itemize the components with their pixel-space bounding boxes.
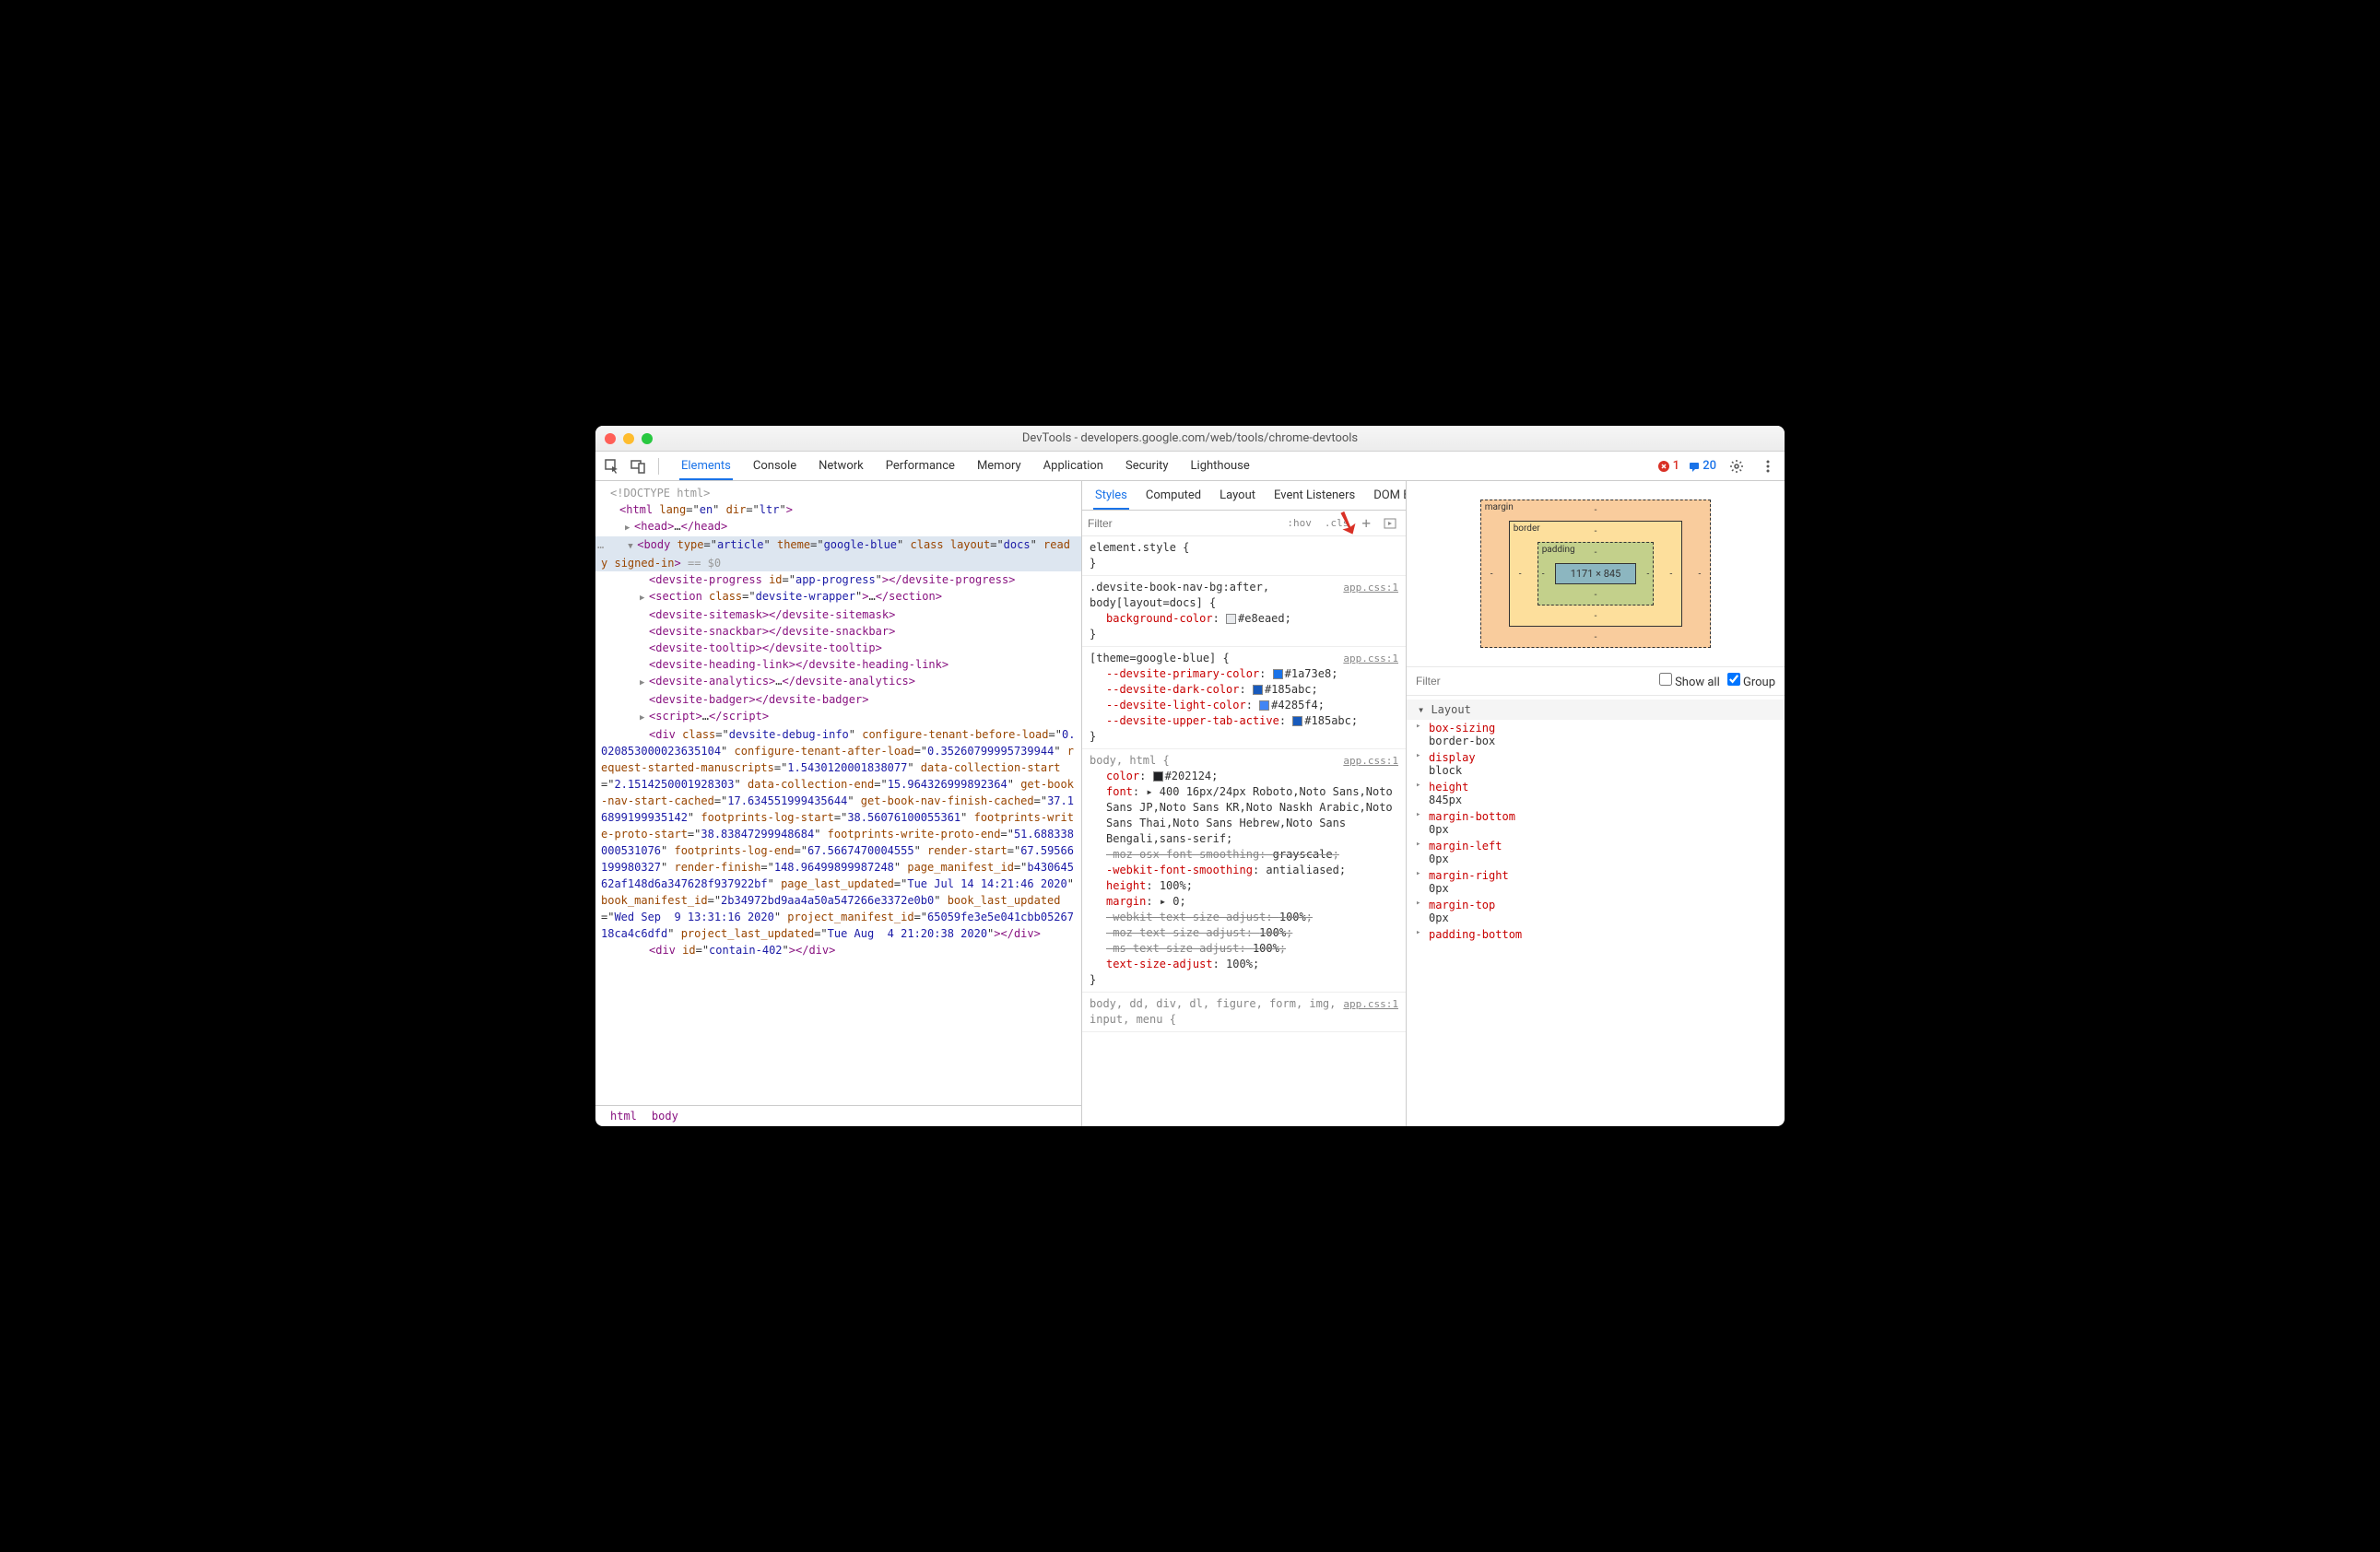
zoom-window-button[interactable] [642,433,653,444]
window-title: DevTools - developers.google.com/web/too… [1022,431,1358,445]
dom-node[interactable]: ▶<head>…</head> [595,518,1081,536]
source-link[interactable]: app.css:1 [1343,651,1398,666]
dom-node[interactable]: <html lang="en" dir="ltr"> [595,501,1081,518]
dom-node[interactable]: ▶<devsite-analytics>…</devsite-analytics… [595,673,1081,691]
computed-panel: margin - - - - border - - - - padding - [1407,481,1785,1126]
tab-console[interactable]: Console [751,453,798,479]
computed-property[interactable]: displayblock [1407,749,1785,779]
css-rule[interactable]: element.style {} [1082,536,1406,576]
computed-property[interactable]: height845px [1407,779,1785,808]
computed-property[interactable]: margin-top0px [1407,897,1785,926]
close-window-button[interactable] [605,433,616,444]
tab-lighthouse[interactable]: Lighthouse [1189,453,1252,479]
tab-network[interactable]: Network [817,453,866,479]
dom-node[interactable]: <devsite-progress id="app-progress"></de… [595,571,1081,588]
message-count-badge[interactable]: 20 [1689,459,1716,473]
subtab-event-listeners[interactable]: Event Listeners [1272,483,1357,508]
border-label: border [1514,523,1540,534]
dom-node[interactable]: <devsite-sitemask></devsite-sitemask> [595,606,1081,623]
tab-application[interactable]: Application [1042,453,1105,479]
css-rule[interactable]: body, html {app.css:1color: #202124;font… [1082,749,1406,993]
dom-node[interactable]: <devsite-tooltip></devsite-tooltip> [595,640,1081,656]
breadcrumb: htmlbody [595,1105,1081,1126]
computed-property[interactable]: padding-bottom [1407,926,1785,943]
padding-label: padding [1542,545,1575,555]
toolbar-right: 1 20 [1658,455,1779,477]
css-rule[interactable]: [theme=google-blue] {app.css:1--devsite-… [1082,647,1406,749]
tab-performance[interactable]: Performance [884,453,957,479]
device-toggle-icon[interactable] [627,455,649,477]
settings-icon[interactable] [1726,455,1748,477]
computed-filter-input[interactable] [1416,675,1652,688]
content-size: 1171 × 845 [1555,563,1637,584]
subtab-styles[interactable]: Styles [1093,483,1129,510]
tab-memory[interactable]: Memory [975,453,1023,479]
traffic-lights [605,433,653,444]
dom-node[interactable]: <devsite-badger></devsite-badger> [595,691,1081,708]
styles-rules-list[interactable]: element.style {}.devsite-book-nav-bg:aft… [1082,536,1406,1126]
inspect-element-icon[interactable] [601,455,623,477]
computed-list[interactable]: ▾ Layoutbox-sizingborder-boxdisplayblock… [1407,696,1785,1126]
styles-subtabs: Styles Computed Layout Event Listeners DOM B… [1082,481,1406,511]
breadcrumb-item[interactable]: html [603,1108,644,1124]
source-link[interactable]: app.css:1 [1343,753,1398,769]
titlebar: DevTools - developers.google.com/web/too… [595,426,1785,452]
more-menu-icon[interactable] [1757,455,1779,477]
box-model-diagram[interactable]: margin - - - - border - - - - padding - [1407,481,1785,667]
divider [658,458,659,475]
dom-node[interactable]: <div id="contain-402"></div> [595,942,1081,958]
margin-label: margin [1485,502,1514,512]
dom-node[interactable]: <devsite-heading-link></devsite-heading-… [595,656,1081,673]
styles-filter-input[interactable] [1088,517,1278,530]
source-link[interactable]: app.css:1 [1343,580,1398,611]
computed-property[interactable]: margin-bottom0px [1407,808,1785,838]
devtools-window: DevTools - developers.google.com/web/too… [595,426,1785,1126]
styles-panel: Styles Computed Layout Event Listeners DOM B… [1082,481,1407,1126]
computed-property[interactable]: margin-left0px [1407,838,1785,867]
subtab-computed[interactable]: Computed [1144,483,1203,508]
main-tabs: Elements Console Network Performance Memory A… [679,453,1252,479]
breadcrumb-item[interactable]: body [644,1108,686,1124]
main-toolbar: Elements Console Network Performance Memory A… [595,452,1785,481]
computed-group-header[interactable]: ▾ Layout [1407,700,1785,720]
show-all-checkbox[interactable]: Show all [1659,673,1720,689]
computed-property[interactable]: margin-right0px [1407,867,1785,897]
dom-tree[interactable]: <!DOCTYPE html><html lang="en" dir="ltr"… [595,481,1081,1105]
styles-filter-row: :hov .cls + ➘ [1082,511,1406,536]
dom-node[interactable]: …▼<body type="article" theme="google-blu… [595,536,1081,571]
minimize-window-button[interactable] [623,433,634,444]
error-count-badge[interactable]: 1 [1658,459,1679,473]
subtab-layout[interactable]: Layout [1218,483,1257,508]
dom-node[interactable]: <div class="devsite-debug-info" configur… [595,726,1081,942]
group-checkbox[interactable]: Group [1727,673,1775,689]
elements-panel: <!DOCTYPE html><html lang="en" dir="ltr"… [595,481,1082,1126]
css-rule[interactable]: body, dd, div, dl, figure, form, img, in… [1082,993,1406,1032]
source-link[interactable]: app.css:1 [1343,996,1398,1028]
cls-toggle[interactable]: .cls [1321,515,1353,531]
new-style-rule-button[interactable]: + [1358,512,1374,534]
toggle-rendering-icon[interactable] [1380,516,1400,531]
dom-node[interactable]: <devsite-snackbar></devsite-snackbar> [595,623,1081,640]
css-rule[interactable]: .devsite-book-nav-bg:after, body[layout=… [1082,576,1406,647]
content-area: <!DOCTYPE html><html lang="en" dir="ltr"… [595,481,1785,1126]
subtab-dom-breakpoints[interactable]: DOM Breakpoints [1372,483,1407,508]
computed-filter-row: Show all Group [1407,667,1785,696]
tab-elements[interactable]: Elements [679,453,733,480]
hov-toggle[interactable]: :hov [1283,515,1315,531]
computed-property[interactable]: box-sizingborder-box [1407,720,1785,749]
dom-node[interactable]: ▶<section class="devsite-wrapper">…</sec… [595,588,1081,606]
tab-security[interactable]: Security [1124,453,1171,479]
dom-node[interactable]: <!DOCTYPE html> [595,485,1081,501]
dom-node[interactable]: ▶<script>…</script> [595,708,1081,726]
